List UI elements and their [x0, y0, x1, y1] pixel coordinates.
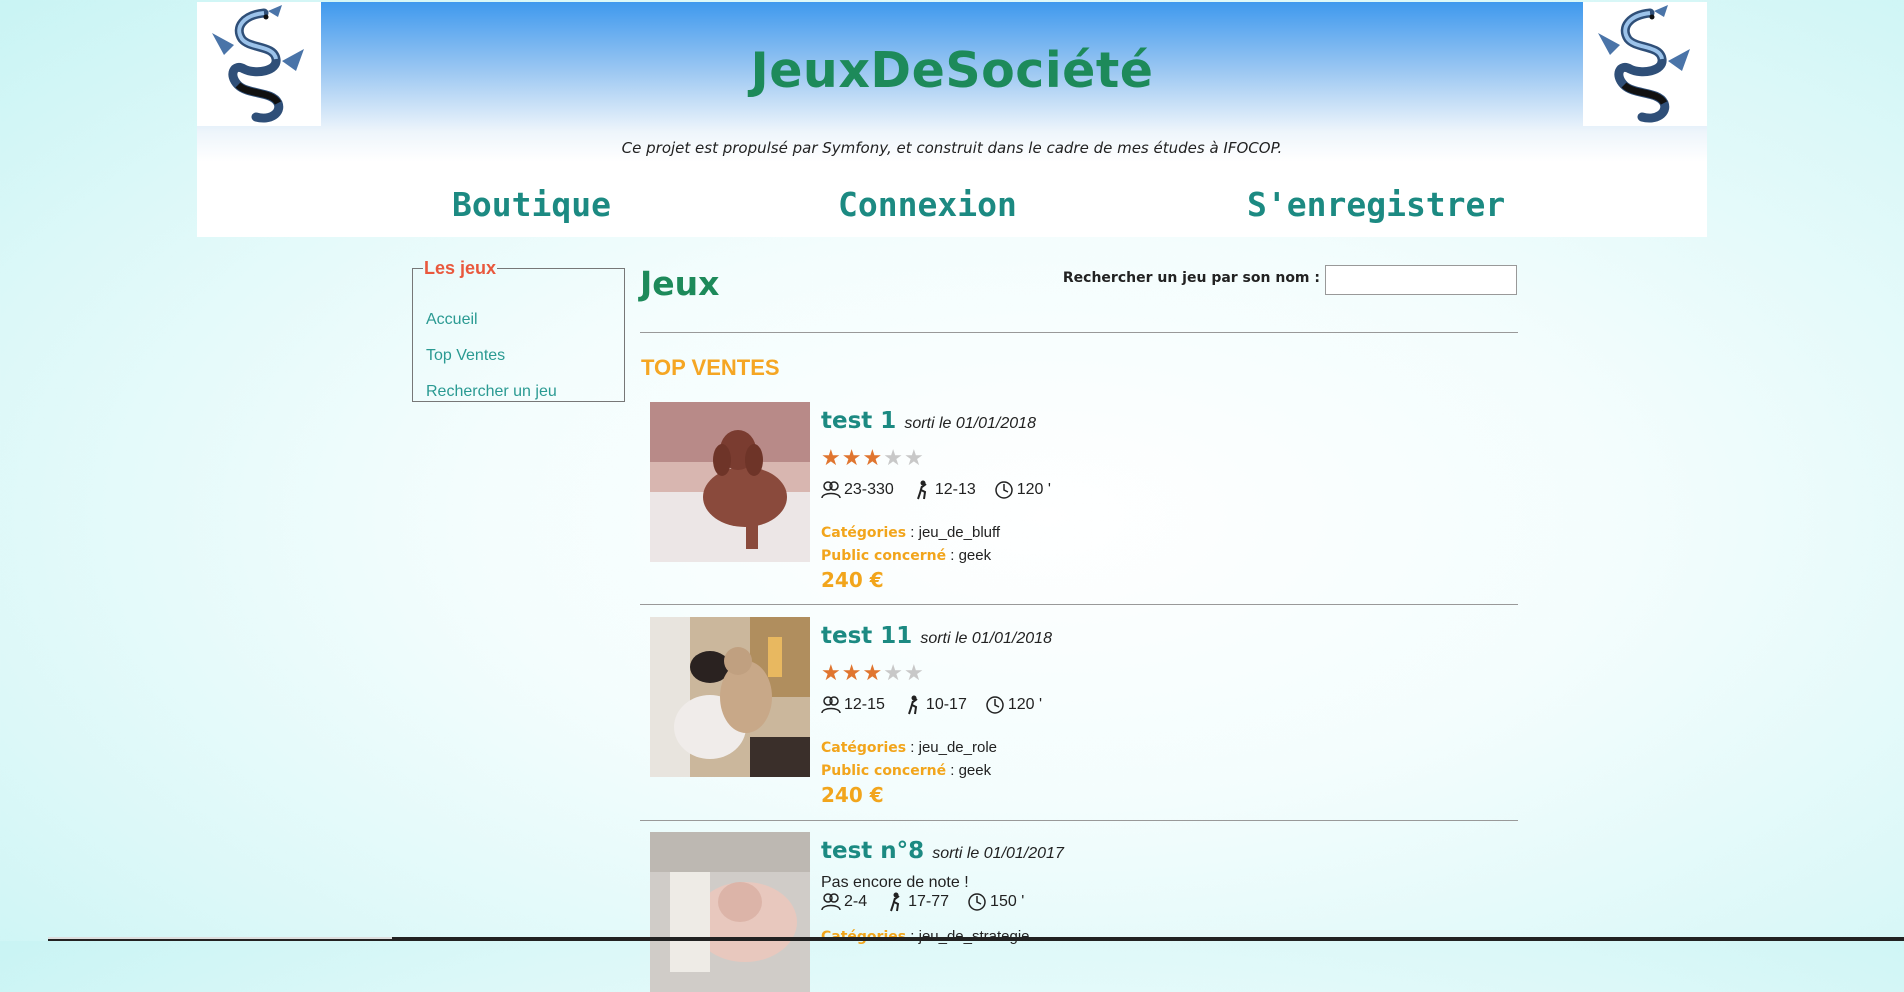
rating-stars: ★★★★★	[821, 445, 925, 471]
star-filled-icon: ★	[821, 660, 842, 685]
site-tagline: Ce projet est propulsé par Symfony, et c…	[621, 139, 1283, 157]
release-date: sorti le 01/01/2017	[932, 845, 1064, 862]
game-title[interactable]: test 11	[821, 623, 912, 649]
age-icon	[890, 892, 900, 912]
game-stats: 12-15 10-17 120 '	[821, 695, 1060, 715]
site-header: JeuxDeSociété Ce projet est propulsé par…	[197, 2, 1707, 237]
sidebar-games: Les jeux Accueil Top Ventes Rechercher u…	[412, 258, 625, 402]
age-value: 10-17	[925, 696, 967, 713]
star-empty-icon: ★	[883, 660, 904, 685]
public-label: Public concerné	[821, 763, 947, 779]
star-filled-icon: ★	[841, 445, 863, 470]
game-public: Public concerné : geek	[821, 762, 992, 779]
categories-value: jeu_de_role	[918, 739, 998, 756]
search-input[interactable]	[1325, 265, 1517, 295]
players-value: 23-330	[844, 481, 894, 498]
horizontal-scrollbar[interactable]	[48, 937, 392, 939]
game-name[interactable]: test 1 sorti le 01/01/2018	[821, 408, 1036, 434]
age-icon	[907, 695, 918, 715]
game-thumbnail[interactable]	[650, 617, 810, 777]
game-thumbnail[interactable]	[650, 832, 810, 992]
players-value: 12-15	[844, 696, 885, 713]
game-title[interactable]: test n°8	[821, 838, 924, 864]
game-categories: Catégories : jeu_de_bluff	[821, 524, 1001, 541]
clock-icon	[968, 893, 986, 911]
divider	[640, 332, 1518, 333]
nav-register-link[interactable]: S'enregistrer	[1247, 185, 1505, 224]
star-empty-icon: ★	[903, 660, 925, 685]
game-name[interactable]: test 11 sorti le 01/01/2018	[821, 623, 1052, 649]
release-date: sorti le 01/01/2018	[920, 630, 1052, 647]
section-title: TOP VENTES	[641, 355, 780, 380]
site-title: JeuxDeSociété	[750, 42, 1154, 99]
game-categories: Catégories : jeu_de_role	[821, 739, 998, 756]
game-name[interactable]: test n°8 sorti le 01/01/2017	[821, 838, 1064, 864]
no-rating-text: Pas encore de note !	[821, 874, 969, 891]
categories-label: Catégories	[821, 525, 907, 541]
star-filled-icon: ★	[862, 445, 884, 470]
categories-value: jeu_de_bluff	[918, 524, 1001, 541]
rating-stars: ★★★★★	[821, 660, 925, 686]
divider	[640, 820, 1518, 821]
sidebar-item-accueil[interactable]: Accueil	[426, 311, 478, 329]
players-icon	[821, 481, 841, 499]
nav-boutique-link[interactable]: Boutique	[452, 185, 611, 224]
search-label: Rechercher un jeu par son nom :	[1062, 270, 1320, 286]
game-public: Public concerné : geek	[821, 547, 992, 564]
sidebar-item-rechercher[interactable]: Rechercher un jeu	[426, 383, 557, 401]
public-value: geek	[958, 547, 992, 564]
sidebar-legend: Les jeux	[424, 258, 497, 278]
players-value: 2-4	[844, 893, 868, 910]
duration-value: 150 '	[990, 893, 1025, 910]
game-thumbnail[interactable]	[650, 402, 810, 562]
age-icon	[916, 480, 927, 500]
players-icon	[821, 893, 841, 911]
players-icon	[821, 696, 841, 714]
star-filled-icon: ★	[862, 660, 884, 685]
game-price: 240 €	[821, 783, 884, 807]
divider	[640, 604, 1518, 605]
public-label: Public concerné	[821, 548, 947, 564]
page-title: Jeux	[640, 264, 720, 303]
clock-icon	[986, 696, 1004, 714]
clock-icon	[995, 481, 1013, 499]
game-stats: 23-330 12-13 120 '	[821, 480, 1069, 500]
star-filled-icon: ★	[821, 445, 842, 470]
star-filled-icon: ★	[841, 660, 863, 685]
duration-value: 120 '	[1007, 696, 1043, 713]
game-price: 240 €	[821, 568, 884, 592]
star-empty-icon: ★	[883, 445, 904, 470]
age-value: 17-77	[908, 893, 950, 910]
game-stats: 2-4 17-77 150 '	[821, 892, 1042, 912]
release-date: sorti le 01/01/2018	[904, 415, 1036, 432]
nav-connexion-link[interactable]: Connexion	[838, 185, 1017, 224]
duration-value: 120 '	[1016, 481, 1051, 498]
age-value: 12-13	[934, 481, 976, 498]
categories-label: Catégories	[821, 740, 907, 756]
star-empty-icon: ★	[903, 445, 925, 470]
public-value: geek	[958, 762, 992, 779]
sidebar-item-top-ventes[interactable]: Top Ventes	[426, 347, 505, 365]
game-title[interactable]: test 1	[821, 408, 896, 434]
